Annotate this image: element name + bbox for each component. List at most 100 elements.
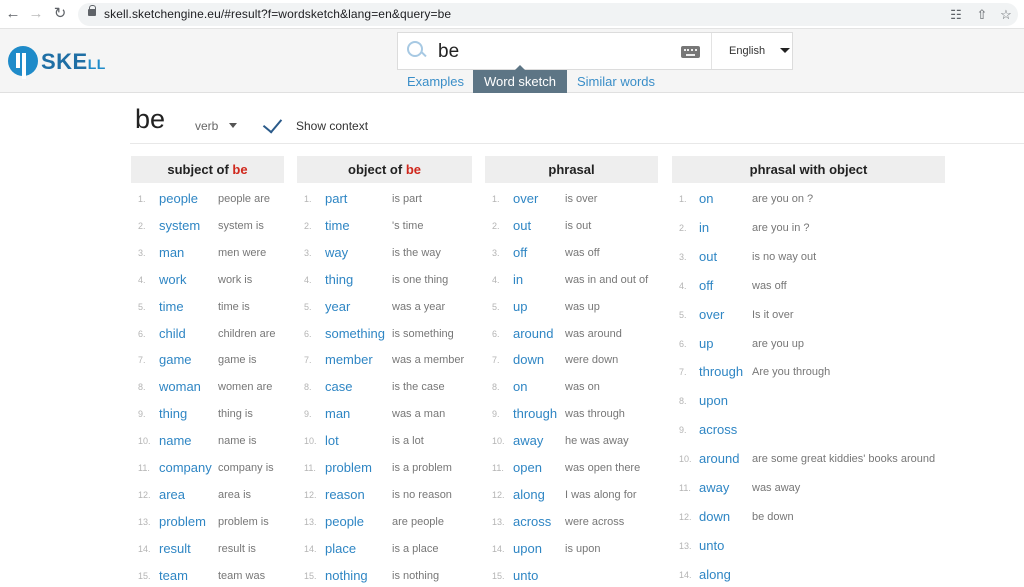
address-bar[interactable]: skell.sketchengine.eu/#result?f=wordsket… xyxy=(78,3,1018,26)
collocate-link[interactable]: game xyxy=(159,351,192,368)
search-input[interactable] xyxy=(438,39,668,65)
collocate-link[interactable]: over xyxy=(699,306,724,323)
example-snippet[interactable]: is a problem xyxy=(392,460,452,476)
checkmark-icon[interactable] xyxy=(262,113,283,134)
collocate-link[interactable]: in xyxy=(513,271,523,288)
example-snippet[interactable]: I was along for xyxy=(565,487,637,503)
example-snippet[interactable]: were down xyxy=(565,352,618,368)
example-snippet[interactable]: women are xyxy=(218,379,272,395)
example-snippet[interactable]: game is xyxy=(218,352,257,368)
keyboard-icon[interactable] xyxy=(681,46,700,58)
example-snippet[interactable]: be down xyxy=(752,509,794,525)
collocate-link[interactable]: man xyxy=(325,405,350,422)
bookmark-star-icon[interactable]: ☆ xyxy=(998,7,1014,23)
example-snippet[interactable]: was off xyxy=(752,278,787,294)
tab-similar-words[interactable]: Similar words xyxy=(567,70,665,93)
example-snippet[interactable]: time is xyxy=(218,299,250,315)
example-snippet[interactable]: system is xyxy=(218,218,264,234)
collocate-link[interactable]: through xyxy=(513,405,557,422)
language-select[interactable]: English xyxy=(712,33,794,69)
collocate-link[interactable]: along xyxy=(513,486,545,503)
collocate-link[interactable]: on xyxy=(513,378,527,395)
collocate-link[interactable]: around xyxy=(513,325,553,342)
collocate-link[interactable]: problem xyxy=(159,513,206,530)
collocate-link[interactable]: nothing xyxy=(325,567,368,584)
collocate-link[interactable]: away xyxy=(699,479,729,496)
collocate-link[interactable]: across xyxy=(699,421,737,438)
example-snippet[interactable]: was in and out of xyxy=(565,272,648,288)
show-context-toggle[interactable]: Show context xyxy=(296,119,368,133)
example-snippet[interactable]: was off xyxy=(565,245,600,261)
collocate-link[interactable]: result xyxy=(159,540,191,557)
collocate-link[interactable]: up xyxy=(513,298,527,315)
example-snippet[interactable]: Is it over xyxy=(752,307,794,323)
example-snippet[interactable]: men were xyxy=(218,245,266,261)
example-snippet[interactable]: is something xyxy=(392,326,454,342)
collocate-link[interactable]: time xyxy=(325,217,350,234)
forward-icon[interactable]: → xyxy=(27,5,45,23)
search-icon[interactable] xyxy=(407,41,425,59)
collocate-link[interactable]: place xyxy=(325,540,356,557)
collocate-link[interactable]: unto xyxy=(699,537,724,554)
example-snippet[interactable]: was a man xyxy=(392,406,445,422)
example-snippet[interactable]: was on xyxy=(565,379,600,395)
collocate-link[interactable]: member xyxy=(325,351,373,368)
collocate-link[interactable]: company xyxy=(159,459,212,476)
example-snippet[interactable]: team was xyxy=(218,568,265,584)
reload-icon[interactable]: ↻ xyxy=(51,5,69,23)
collocate-link[interactable]: out xyxy=(513,217,531,234)
collocate-link[interactable]: year xyxy=(325,298,350,315)
tab-word-sketch[interactable]: Word sketch xyxy=(473,65,567,93)
example-snippet[interactable]: were across xyxy=(565,514,624,530)
back-icon[interactable]: ← xyxy=(4,5,22,23)
collocate-link[interactable]: name xyxy=(159,432,192,449)
example-snippet[interactable]: is no reason xyxy=(392,487,452,503)
example-snippet[interactable]: is over xyxy=(565,191,597,207)
collocate-link[interactable]: upon xyxy=(699,392,728,409)
collocate-link[interactable]: team xyxy=(159,567,188,584)
example-snippet[interactable]: is the way xyxy=(392,245,441,261)
pos-select[interactable]: verb xyxy=(195,119,218,133)
example-snippet[interactable]: was a member xyxy=(392,352,464,368)
collocate-link[interactable]: woman xyxy=(159,378,201,395)
collocate-link[interactable]: upon xyxy=(513,540,542,557)
collocate-link[interactable]: way xyxy=(325,244,348,261)
collocate-link[interactable]: thing xyxy=(325,271,353,288)
collocate-link[interactable]: unto xyxy=(513,567,538,584)
example-snippet[interactable]: people are xyxy=(218,191,270,207)
example-snippet[interactable]: is no way out xyxy=(752,249,816,265)
collocate-link[interactable]: people xyxy=(159,190,198,207)
example-snippet[interactable]: Are you through xyxy=(752,364,830,380)
url-text[interactable]: skell.sketchengine.eu/#result?f=wordsket… xyxy=(104,7,451,21)
example-snippet[interactable]: he was away xyxy=(565,433,629,449)
example-snippet[interactable]: is one thing xyxy=(392,272,448,288)
collocate-link[interactable]: over xyxy=(513,190,538,207)
collocate-link[interactable]: thing xyxy=(159,405,187,422)
collocate-link[interactable]: something xyxy=(325,325,385,342)
example-snippet[interactable]: was away xyxy=(752,480,800,496)
example-snippet[interactable]: are some great kiddies' books around xyxy=(752,451,935,467)
collocate-link[interactable]: off xyxy=(699,277,713,294)
collocate-link[interactable]: in xyxy=(699,219,709,236)
example-snippet[interactable]: are people xyxy=(392,514,444,530)
example-snippet[interactable]: 's time xyxy=(392,218,423,234)
collocate-link[interactable]: part xyxy=(325,190,347,207)
example-snippet[interactable]: is part xyxy=(392,191,422,207)
example-snippet[interactable]: name is xyxy=(218,433,257,449)
collocate-link[interactable]: time xyxy=(159,298,184,315)
example-snippet[interactable]: thing is xyxy=(218,406,253,422)
tab-examples[interactable]: Examples xyxy=(398,70,473,93)
collocate-link[interactable]: problem xyxy=(325,459,372,476)
collocate-link[interactable]: down xyxy=(513,351,544,368)
share-icon[interactable]: ⇧ xyxy=(974,7,990,23)
collocate-link[interactable]: area xyxy=(159,486,185,503)
example-snippet[interactable]: was open there xyxy=(565,460,640,476)
example-snippet[interactable]: was around xyxy=(565,326,622,342)
collocate-link[interactable]: out xyxy=(699,248,717,265)
collocate-link[interactable]: through xyxy=(699,363,743,380)
example-snippet[interactable]: is nothing xyxy=(392,568,439,584)
collocate-link[interactable]: down xyxy=(699,508,730,525)
example-snippet[interactable]: result is xyxy=(218,541,256,557)
collocate-link[interactable]: away xyxy=(513,432,543,449)
example-snippet[interactable]: company is xyxy=(218,460,274,476)
